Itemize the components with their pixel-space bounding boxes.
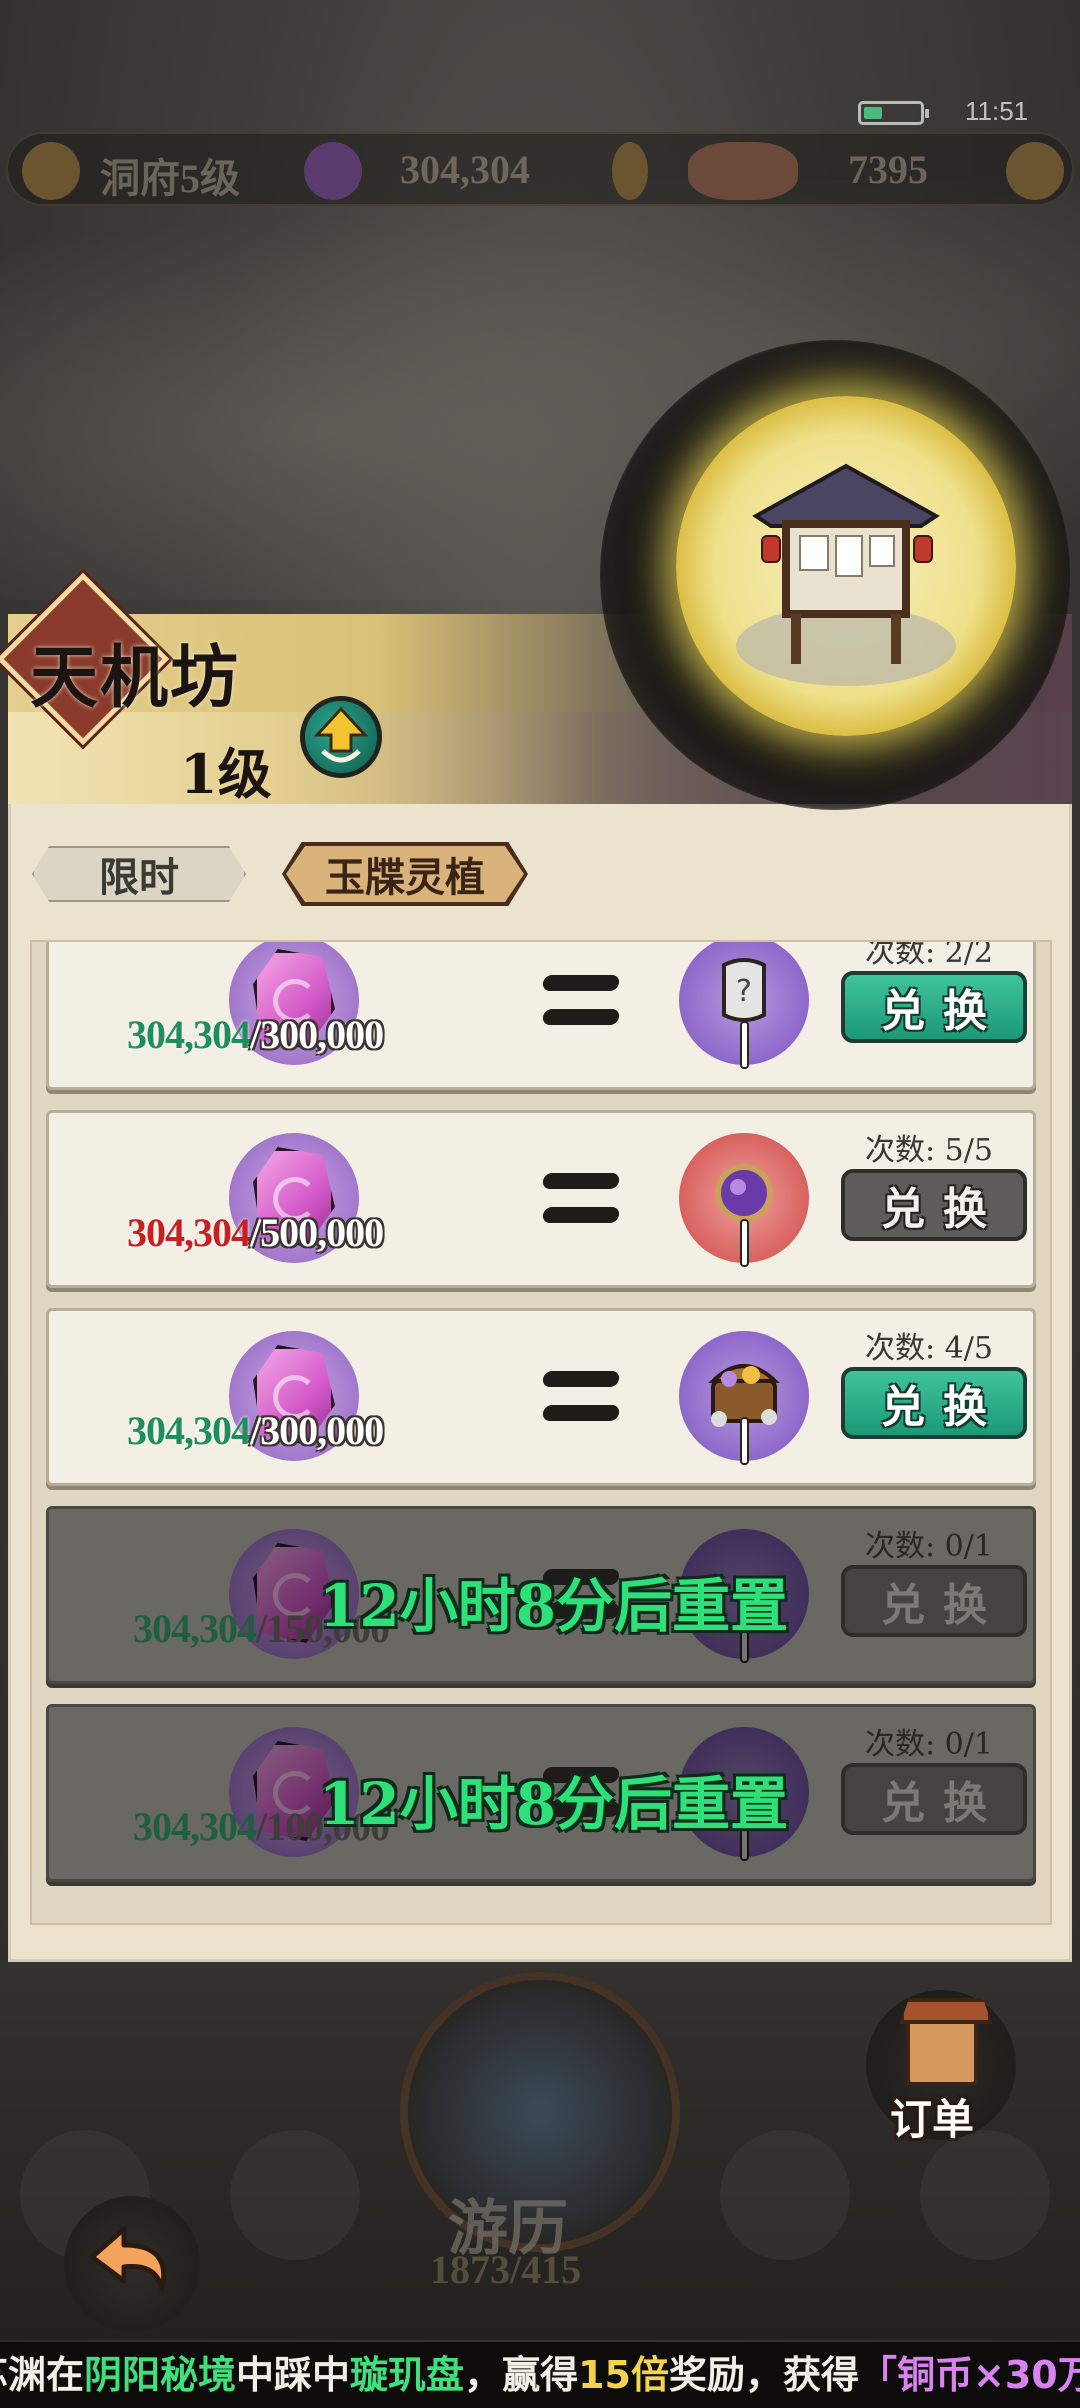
coin-icon xyxy=(1006,142,1064,200)
order-label: 订单 xyxy=(890,2095,975,2144)
building-level: 1级 xyxy=(180,742,272,806)
exchange-button[interactable]: 兑换 xyxy=(841,1763,1027,1835)
flame-icon xyxy=(612,142,648,200)
panel-title: 天机坊 xyxy=(30,638,241,718)
ticker-place: 阴阳秘境 xyxy=(84,2353,237,2397)
purple-orb-token-icon xyxy=(679,1133,809,1267)
cost-need: /500,000 xyxy=(250,1210,384,1255)
exchange-button[interactable]: 兑换 xyxy=(841,1565,1027,1637)
cost-need: /300,000 xyxy=(250,1408,384,1453)
resource-bar: 洞府5级 304,304 7395 xyxy=(6,132,1074,206)
nav-ghost-2 xyxy=(230,2130,360,2260)
tab-jade-plants-label: 玉牒灵植 xyxy=(325,854,485,901)
gem-amount: 304,304 xyxy=(400,147,530,192)
svg-text:?: ? xyxy=(736,974,752,1009)
notice-board-icon xyxy=(736,463,956,686)
cost-have: 304,304 xyxy=(127,1012,251,1057)
cave-icon xyxy=(22,142,80,200)
tab-limited-label: 限时 xyxy=(99,854,179,901)
travel-count: 1873/415 xyxy=(430,2247,582,2292)
back-button[interactable] xyxy=(64,2196,200,2332)
gem-icon xyxy=(304,142,362,200)
exchange-row-locked: 304,304/150,000 次数: 0/1 兑换 12小时8分后重置 xyxy=(46,1506,1036,1684)
equals-icon xyxy=(541,1163,623,1233)
cost-have: 304,304 xyxy=(127,1408,251,1453)
character-icon xyxy=(688,142,798,200)
cost-text: 304,304/300,000 xyxy=(127,1407,384,1454)
tab-jade-plants[interactable]: 玉牒灵植 xyxy=(286,846,524,902)
exchange-count: 次数: 2/2 xyxy=(865,940,993,970)
ticker-part3: ，赢得 xyxy=(464,2353,579,2397)
resource-amount: 7395 xyxy=(848,147,928,192)
building-medallion xyxy=(676,396,1016,736)
cost-have: 304,304 xyxy=(127,1210,251,1255)
exchange-row: 304,304/300,000 次数: 4/5 兑换 xyxy=(46,1308,1036,1486)
upgrade-arrow-icon xyxy=(313,707,369,763)
nav-ghost-right xyxy=(920,2130,1050,2260)
upgrade-button[interactable] xyxy=(300,696,382,778)
ticker-multiplier: 15倍 xyxy=(578,2353,669,2397)
order-building-icon xyxy=(906,2008,978,2086)
exchange-count: 次数: 4/5 xyxy=(865,1331,993,1366)
ticker-part2: 中踩中 xyxy=(236,2353,351,2397)
cost-have: 304,304 xyxy=(133,1804,257,1849)
ticker-part4: 奖励，获得 xyxy=(668,2353,859,2397)
news-ticker: 苏渊在阴阳秘境中踩中璇玑盘，赢得15倍奖励，获得「铜币×30万」 xyxy=(0,2342,1080,2408)
scroll-token-icon: ? xyxy=(679,942,809,1069)
status-time: 11:51 xyxy=(965,96,1029,126)
back-arrow-icon xyxy=(89,2226,167,2292)
equals-icon xyxy=(541,965,623,1035)
ticker-reward: 「铜币×30万」 xyxy=(858,2353,1080,2397)
ticker-item: 璇玑盘 xyxy=(350,2353,465,2397)
exchange-count: 次数: 0/1 xyxy=(865,1529,993,1564)
exchange-row: 304,304/500,000 次数: 5/5 兑换 xyxy=(46,1110,1036,1288)
exchange-count: 次数: 0/1 xyxy=(865,1727,993,1762)
exchange-button[interactable]: 兑换 xyxy=(841,971,1027,1043)
exchange-count: 次数: 5/5 xyxy=(865,1133,993,1168)
nav-ghost-3 xyxy=(720,2130,850,2260)
exchange-list[interactable]: 304,304/300,000 ? 次数: 2/2 兑换 304,304/500… xyxy=(30,940,1052,1925)
order-button[interactable]: 订单 xyxy=(866,1990,1016,2144)
exchange-button[interactable]: 兑换 xyxy=(841,1367,1027,1439)
exchange-button[interactable]: 兑换 xyxy=(841,1169,1027,1241)
exchange-row-locked: 304,304/100,000 次数: 0/1 兑换 12小时8分后重置 xyxy=(46,1704,1036,1882)
cave-level: 洞府5级 xyxy=(100,156,240,201)
tab-limited[interactable]: 限时 xyxy=(32,846,246,902)
cost-text: 304,304/500,000 xyxy=(127,1209,384,1256)
ticker-player: 苏渊在 xyxy=(0,2353,85,2397)
reset-timer: 12小时8分后重置 xyxy=(319,1572,789,1640)
exchange-row: 304,304/300,000 ? 次数: 2/2 兑换 xyxy=(46,940,1036,1090)
cost-text: 304,304/300,000 xyxy=(127,1011,384,1058)
treasure-chest-token-icon xyxy=(679,1331,809,1465)
cost-need: /300,000 xyxy=(250,1012,384,1057)
cost-have: 304,304 xyxy=(133,1606,257,1651)
battery-icon xyxy=(858,101,929,125)
equals-icon xyxy=(541,1361,623,1431)
reset-timer: 12小时8分后重置 xyxy=(319,1770,789,1838)
